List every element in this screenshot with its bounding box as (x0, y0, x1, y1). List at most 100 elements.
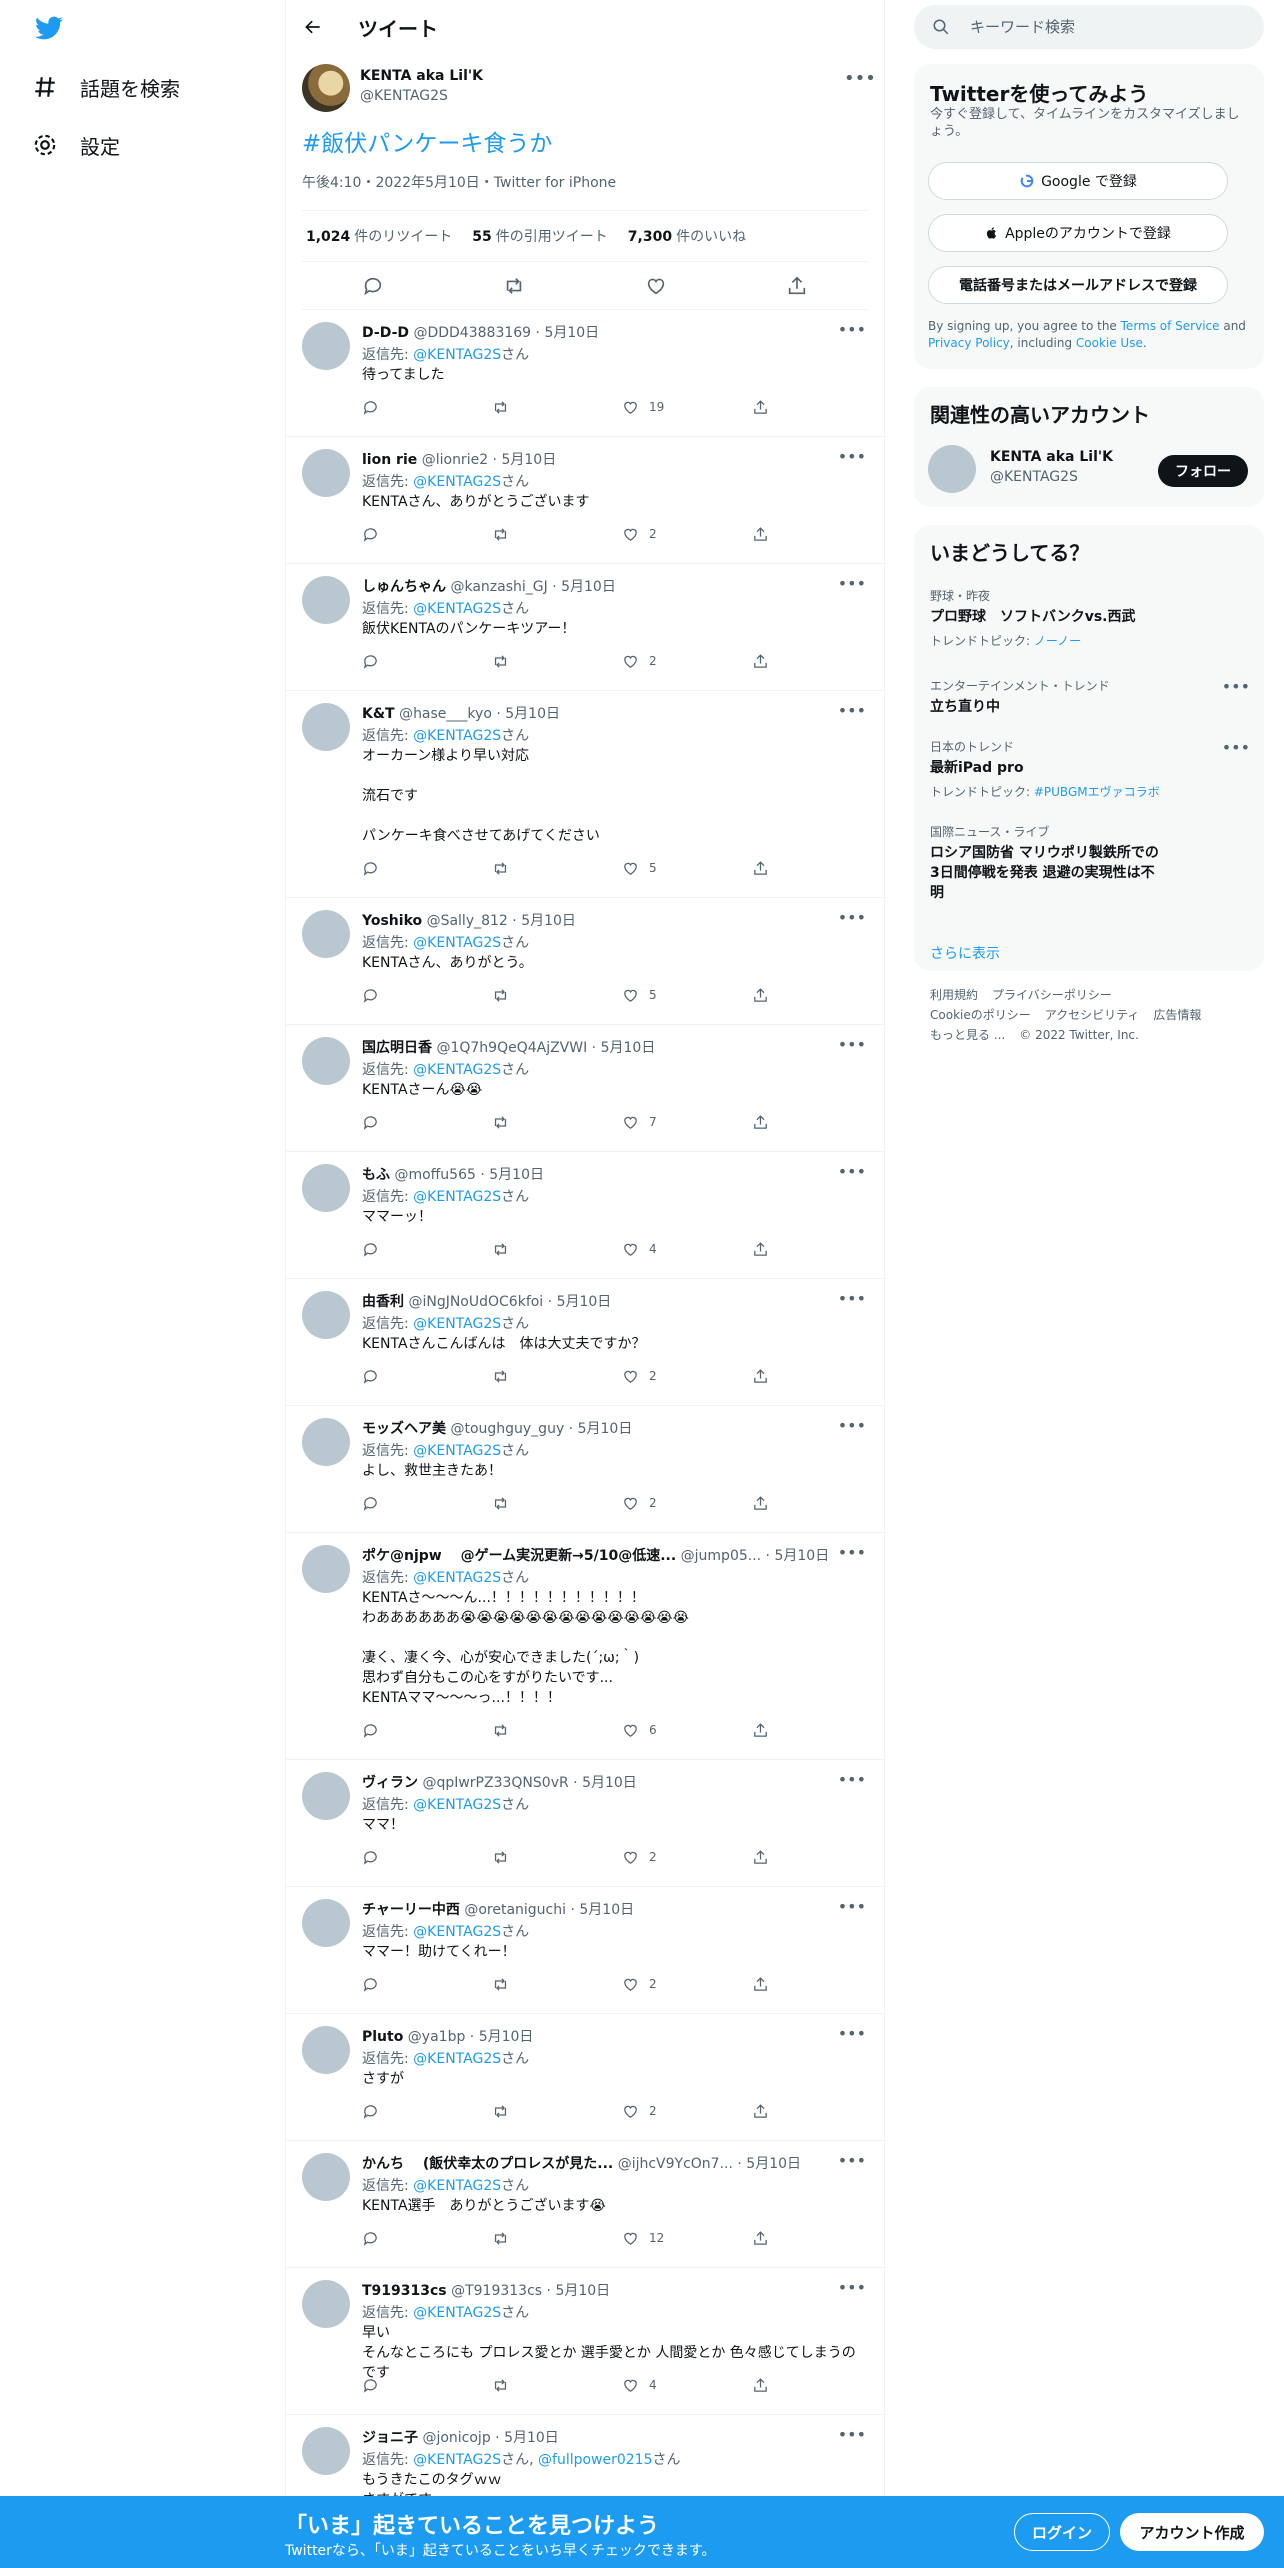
reply-author-handle[interactable]: @ya1bp (408, 2029, 466, 2045)
retweet-button[interactable] (492, 524, 622, 544)
reply-author-name[interactable]: T919313cs (362, 2283, 447, 2299)
retweet-button[interactable] (492, 1974, 622, 1994)
share-button[interactable] (752, 858, 792, 878)
reply-author-handle[interactable]: @jump05... (681, 1548, 761, 1564)
retweet-button[interactable] (492, 651, 622, 671)
reply-author-handle[interactable]: @ijhcV9YcOn7... (618, 2156, 733, 2172)
retweet-button[interactable] (492, 1493, 622, 1513)
reply-date[interactable]: 5月10日 (501, 452, 556, 468)
reply-author-name[interactable]: ジョニ子 (362, 2430, 418, 2446)
retweet-button[interactable] (492, 2101, 622, 2121)
mention-link[interactable]: @KENTAG2S (413, 601, 501, 617)
reply-button[interactable] (362, 651, 492, 671)
share-button[interactable] (752, 2375, 792, 2395)
reply-author-handle[interactable]: @1Q7h9QeQ4AjZVWI (436, 1040, 587, 1056)
mention-link[interactable]: @KENTAG2S (413, 1189, 501, 1205)
reply-author-name[interactable]: lion rie (362, 452, 417, 468)
avatar[interactable] (302, 2280, 350, 2328)
footer-link[interactable]: もっと見る ... (930, 1028, 1005, 1042)
retweet-button[interactable] (492, 1366, 622, 1386)
reply-author-handle[interactable]: @lionrie2 (422, 452, 488, 468)
phone-email-signup-button[interactable]: 電話番号またはメールアドレスで登録 (928, 266, 1228, 304)
reply-author-handle[interactable]: @oretaniguchi (464, 1902, 566, 1918)
share-button[interactable] (752, 1366, 792, 1386)
mention-link[interactable]: @KENTAG2S (413, 2452, 501, 2468)
reply-date[interactable]: 5月10日 (601, 1040, 656, 1056)
signup-button[interactable]: アカウント作成 (1120, 2513, 1264, 2551)
mention-link[interactable]: @KENTAG2S (413, 2178, 501, 2194)
reply-button[interactable] (362, 858, 492, 878)
reply-button[interactable] (362, 2101, 492, 2121)
reply-author-name[interactable]: しゅんちゃん (362, 579, 446, 595)
more-icon[interactable]: ••• (838, 320, 866, 339)
more-icon[interactable]: ••• (838, 1289, 866, 1308)
retweet-button[interactable] (492, 1720, 622, 1740)
reply-author-handle[interactable]: @jonicojp (422, 2430, 490, 2446)
reply-button[interactable] (362, 2375, 492, 2395)
more-icon[interactable]: ••• (838, 908, 866, 927)
avatar[interactable] (302, 576, 350, 624)
reply-author-name[interactable]: ポケ@njpw @ゲーム実況更新→5/10@低速... (362, 1548, 676, 1564)
more-icon[interactable]: ••• (838, 1035, 866, 1054)
reply-author-name[interactable]: チャーリー中西 (362, 1902, 460, 1918)
more-icon[interactable]: ••• (1222, 738, 1250, 757)
share-button[interactable] (752, 1847, 792, 1867)
retweet-button[interactable] (492, 397, 622, 417)
avatar[interactable] (302, 1545, 350, 1593)
reply-button[interactable] (362, 397, 492, 417)
quotes-stat[interactable]: 55 件の引用ツイート (472, 226, 607, 246)
reply-author-handle[interactable]: @toughguy_guy (450, 1421, 564, 1437)
share-button[interactable] (752, 524, 792, 544)
trend-item[interactable]: 国際ニュース・ライブ ロシア国防省 マリウポリ製鉄所での3日間停戦を発表 退避の… (930, 823, 1250, 903)
mention-link[interactable]: @KENTAG2S (413, 2051, 501, 2067)
avatar[interactable] (302, 322, 350, 370)
share-button[interactable] (752, 2101, 792, 2121)
reply-tweet[interactable]: Pluto @ya1bp · 5月10日 ••• 返信先: @KENTAG2Sさんさ… (286, 2014, 884, 2141)
reply-tweet[interactable]: 国広明日香 @1Q7h9QeQ4AjZVWI · 5月10日 ••• 返信先: @K… (286, 1025, 884, 1152)
more-icon[interactable]: ••• (838, 1416, 866, 1435)
reply-tweet[interactable]: Yoshiko @Sally_812 · 5月10日 ••• 返信先: @KENTA… (286, 898, 884, 1025)
like-button[interactable]: 2 (622, 524, 752, 544)
like-button[interactable]: 5 (622, 985, 752, 1005)
more-icon[interactable]: ••• (838, 1543, 866, 1562)
reply-button[interactable] (362, 2228, 492, 2248)
reply-author-name[interactable]: もふ (362, 1167, 390, 1183)
like-button[interactable]: 2 (622, 2101, 752, 2121)
reply-date[interactable]: 5月10日 (555, 2283, 610, 2299)
mention-link[interactable]: @KENTAG2S (413, 2305, 501, 2321)
reply-author-handle[interactable]: @moffu565 (394, 1167, 475, 1183)
share-button[interactable] (752, 1112, 792, 1132)
mention-link[interactable]: @KENTAG2S (413, 1570, 501, 1586)
more-icon[interactable]: ••• (838, 701, 866, 720)
nav-explore[interactable]: 話題を検索 (32, 67, 180, 107)
reply-author-handle[interactable]: @Sally_812 (427, 913, 508, 929)
retweet-button[interactable] (492, 858, 622, 878)
share-button[interactable] (752, 1974, 792, 1994)
share-button[interactable] (752, 1493, 792, 1513)
author-handle[interactable]: @KENTAG2S (360, 88, 448, 104)
reply-tweet[interactable]: ヴィラン @qpIwrPZ33QNS0vR · 5月10日 ••• 返信先: @KE… (286, 1760, 884, 1887)
avatar[interactable] (302, 910, 350, 958)
reply-date[interactable]: 5月10日 (582, 1775, 637, 1791)
footer-link[interactable]: Cookieのポリシー (930, 1008, 1031, 1022)
reply-author-name[interactable]: Yoshiko (362, 913, 422, 929)
search-input[interactable] (970, 5, 1250, 49)
reply-author-name[interactable]: 由香利 (362, 1294, 404, 1310)
reply-date[interactable]: 5月10日 (557, 1294, 612, 1310)
cookie-link[interactable]: Cookie Use (1076, 336, 1143, 350)
tweet-hashtag-link[interactable]: #飯伏パンケーキ食うか (302, 124, 552, 158)
reply-date[interactable]: 5月10日 (504, 2430, 559, 2446)
reply-tweet[interactable]: かんち (飯伏幸太のプロレスが見た... @ijhcV9YcOn7... · 5… (286, 2141, 884, 2268)
retweet-icon[interactable] (503, 275, 525, 297)
share-icon[interactable] (786, 275, 808, 297)
avatar[interactable] (302, 64, 350, 112)
more-icon[interactable]: ••• (838, 447, 866, 466)
share-button[interactable] (752, 651, 792, 671)
more-icon[interactable]: ••• (838, 574, 866, 593)
avatar[interactable] (302, 1899, 350, 1947)
terms-link[interactable]: Terms of Service (1121, 319, 1220, 333)
reply-tweet[interactable]: D-D-D @DDD43883169 · 5月10日 ••• 返信先: @KENTA… (286, 310, 884, 437)
avatar[interactable] (302, 2026, 350, 2074)
share-button[interactable] (752, 1239, 792, 1259)
reply-tweet[interactable]: K&T @hase___kyo · 5月10日 ••• 返信先: @KENTAG2S… (286, 691, 884, 898)
